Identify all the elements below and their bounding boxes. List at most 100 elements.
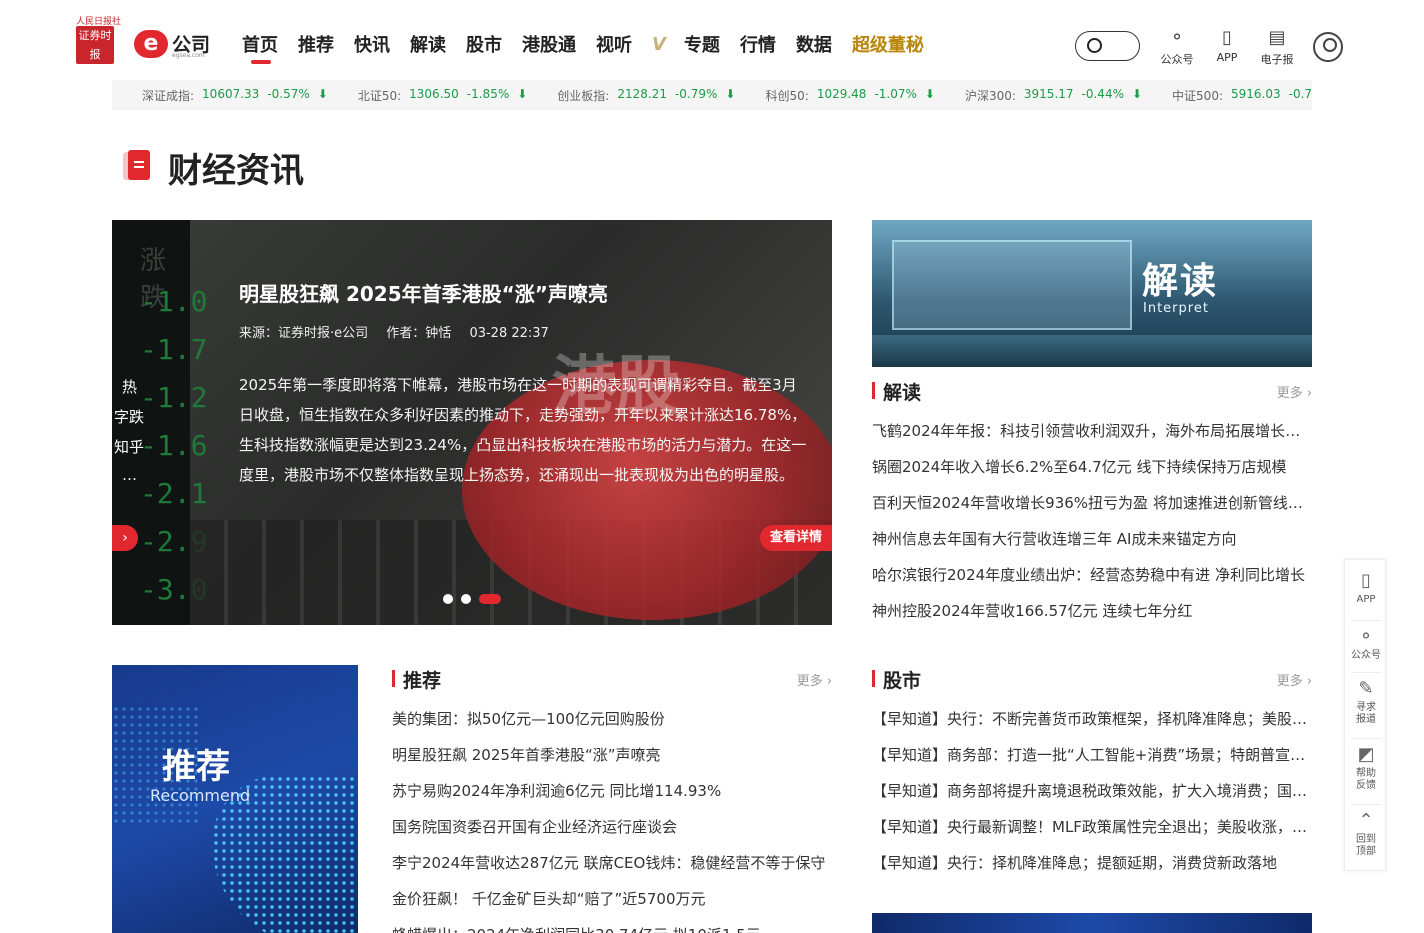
search-input[interactable]: [1075, 31, 1140, 61]
interpret-banner[interactable]: 解读 Interpret: [872, 220, 1312, 367]
divider: [1351, 620, 1381, 621]
list-item[interactable]: 【早知道】央行最新调整！MLF政策属性完全退出；美股收涨，中概股普涨: [872, 816, 1312, 852]
divider: [1351, 738, 1381, 739]
list-item[interactable]: 锅圈2024年收入增长6.2%至64.7亿元 线下持续保持万店规模: [872, 456, 1312, 492]
ticker-item[interactable]: 中证500: 5916.03 -0.70% ⬇: [1172, 87, 1312, 104]
e-company-logo[interactable]: e 公司 egsea.com: [134, 30, 212, 60]
nav-video[interactable]: 视听: [596, 34, 632, 58]
list-item[interactable]: 飞鹤2024年年报：科技引领营收利润双升，海外布局拓展增长新空间: [872, 420, 1312, 456]
interpret-title[interactable]: 解读: [883, 378, 921, 405]
list-item[interactable]: 神州控股2024年营收166.57亿元 连续七年分红: [872, 600, 1312, 636]
side-text: 热: [122, 378, 138, 396]
floating-toolbar: ▯ APP ⚬ 公众号 ✎ 寻求报道 ◩ 帮助反馈 ⌃ 回到顶部: [1344, 559, 1386, 871]
search-icon[interactable]: [1087, 38, 1102, 53]
list-item[interactable]: 国务院国资委召开国有企业经济运行座谈会: [392, 816, 832, 852]
ticker-name: 中证500:: [1172, 88, 1223, 103]
wechat-account-button[interactable]: ⚬ 公众号: [1155, 28, 1199, 67]
interpret-more-link[interactable]: 更多 ›: [1277, 382, 1312, 401]
ticker-value: 10607.33: [202, 86, 260, 101]
ticker-value: 3915.17: [1023, 86, 1074, 101]
list-item[interactable]: 哈尔滨银行2024年度业绩出炉：经营态势稳中有进 净利同比增长: [872, 564, 1312, 600]
hero-side-panel: 涨跌 -1.0 -1.7 -1.2 -1.6 -2.1 -2.9 -3.0 热 …: [112, 220, 207, 625]
list-item[interactable]: 李宁2024年营收达287亿元 联席CEO钱炜：稳健经营不等于保守: [392, 852, 832, 888]
divider: [1351, 804, 1381, 805]
interpret-block: 解读 更多 › 飞鹤2024年年报：科技引领营收利润双升，海外布局拓展增长新空间…: [872, 379, 1312, 629]
side-feedback-button[interactable]: ◩ 帮助反馈: [1345, 744, 1387, 792]
banner-glass-decoration: [892, 240, 1132, 330]
recommend-banner[interactable]: 推荐 Recommend: [112, 665, 358, 933]
nav-stock[interactable]: 股市: [466, 34, 502, 58]
title-bar-decoration: [872, 382, 875, 399]
stock-more-link[interactable]: 更多 ›: [1277, 670, 1312, 689]
list-item[interactable]: 金价狂飙！ 千亿金矿巨头却“赔了”近5700万元: [392, 888, 832, 924]
ticker-item[interactable]: 科创50: 1029.48 -1.07% ⬇: [765, 87, 934, 104]
headset-icon: ◩: [1357, 744, 1375, 765]
nav-flash[interactable]: 快讯: [354, 34, 390, 58]
recommend-block: 推荐 更多 › 美的集团：拟50亿元—100亿元回购股份 明星股狂飙 2025年…: [392, 667, 832, 933]
list-item[interactable]: 神州信息去年国有大行营收连增三年 AI成未来锚定方向: [872, 528, 1312, 564]
nav-topics[interactable]: 专题: [684, 34, 720, 58]
nav-hk-connect[interactable]: 港股通: [522, 34, 576, 58]
back-to-top-button[interactable]: ⌃ 回到顶部: [1345, 810, 1387, 858]
side-text: 知乎: [114, 438, 145, 456]
hero-source: 来源：证券时报·e公司: [239, 326, 369, 341]
recommend-title[interactable]: 推荐: [403, 667, 441, 693]
list-item[interactable]: 美的集团：拟50亿元—100亿元回购股份: [392, 708, 832, 744]
ticker-name: 深证成指:: [142, 88, 195, 103]
recommend-more-link[interactable]: 更多 ›: [797, 670, 832, 689]
hero-carousel[interactable]: 涨跌 -1.0 -1.7 -1.2 -1.6 -2.1 -2.9 -3.0 热 …: [112, 220, 832, 625]
nav-home[interactable]: 首页: [242, 34, 278, 64]
side-report-label: 寻求报道: [1356, 702, 1376, 725]
down-arrow-icon: ⬇: [924, 86, 935, 101]
carousel-dot[interactable]: [461, 594, 471, 604]
carousel-prev-button[interactable]: ›: [112, 525, 138, 551]
nav-recommend[interactable]: 推荐: [298, 34, 334, 58]
side-feedback-label: 帮助反馈: [1356, 768, 1376, 791]
arrow-up-icon: ⌃: [1358, 810, 1374, 831]
page-title: 财经资讯: [168, 151, 304, 191]
stock-list: 【早知道】央行：不断完善货币政策框架，择机降准降息；美股三大指数集体收跌 【早知…: [872, 708, 1312, 888]
stock-banner-image[interactable]: [872, 913, 1312, 933]
side-wechat-label: 公众号: [1351, 650, 1381, 661]
list-item[interactable]: 【早知道】商务部：打造一批“人工智能+消费”场景；特朗普宣布对进口汽车加征关税: [872, 744, 1312, 780]
list-item[interactable]: 蜂蜡爆出：2024年净利润同比30.74亿元 拟10派1.5元: [392, 924, 832, 933]
side-report-button[interactable]: ✎ 寻求报道: [1345, 678, 1387, 726]
side-wechat-button[interactable]: ⚬ 公众号: [1345, 626, 1387, 662]
carousel-dot[interactable]: [443, 594, 453, 604]
ticker-item[interactable]: 北证50: 1306.50 -1.85% ⬇: [358, 87, 527, 104]
list-item[interactable]: 明星股狂飙 2025年首季港股“涨”声嘹亮: [392, 744, 832, 780]
side-app-button[interactable]: ▯ APP: [1345, 570, 1387, 606]
nav-vip-icon[interactable]: V: [652, 34, 666, 55]
newspaper-logo[interactable]: 人民日报社 证券时报: [76, 14, 121, 66]
stock-title[interactable]: 股市: [883, 666, 921, 693]
list-item[interactable]: 【早知道】商务部将提升离境退税政策效能，扩大入境消费；国际金价再创新高: [872, 780, 1312, 816]
list-item[interactable]: 百利天恒2024年营收增长936%扭亏为盈 将加速推进创新管线研发: [872, 492, 1312, 528]
e-paper-button[interactable]: ▤ 电子报: [1255, 28, 1299, 67]
ticker-name: 沪深300:: [964, 88, 1016, 103]
main-nav: 首页 推荐 快讯 解读 股市 港股通 视听 V 专题 行情 数据 超级董秘: [242, 34, 944, 64]
ticker-item[interactable]: 深证成指: 10607.33 -0.57% ⬇: [142, 87, 328, 104]
app-label: APP: [1216, 51, 1238, 64]
nav-data[interactable]: 数据: [796, 34, 832, 58]
list-item[interactable]: 苏宁易购2024年净利润逾6亿元 同比增114.93%: [392, 780, 832, 816]
user-avatar-icon[interactable]: [1313, 32, 1343, 62]
wechat-label: 公众号: [1160, 53, 1194, 66]
list-item[interactable]: 【早知道】央行：不断完善货币政策框架，择机降准降息；美股三大指数集体收跌: [872, 708, 1312, 744]
app-button[interactable]: ▯ APP: [1205, 28, 1249, 65]
ticker-item[interactable]: 沪深300: 3915.17 -0.44% ⬇: [965, 87, 1142, 104]
recommend-banner-subtitle: Recommend: [150, 786, 251, 805]
nav-market[interactable]: 行情: [740, 34, 776, 58]
nav-super-secretary[interactable]: 超级董秘: [852, 34, 924, 58]
hero-title[interactable]: 明星股狂飙 2025年首季港股“涨”声嘹亮: [239, 278, 608, 307]
interpret-list: 飞鹤2024年年报：科技引领营收利润双升，海外布局拓展增长新空间 锅圈2024年…: [872, 420, 1312, 636]
nav-interpret[interactable]: 解读: [410, 34, 446, 58]
view-detail-button[interactable]: 查看详情: [760, 525, 832, 551]
side-number: -1.0: [140, 285, 208, 318]
carousel-dot-active[interactable]: [479, 594, 501, 604]
market-ticker: 深证成指: 10607.33 -0.57% ⬇ 北证50: 1306.50 -1…: [112, 80, 1312, 110]
logo-main-text: 证券时报: [76, 26, 114, 64]
ticker-item[interactable]: 创业板指: 2128.21 -0.79% ⬇: [557, 87, 735, 104]
list-item[interactable]: 【早知道】央行：择机降准降息；提额延期，消费贷新政落地: [872, 852, 1312, 888]
hero-time: 03-28 22:37: [469, 326, 549, 341]
newspaper-icon: ▤: [1268, 27, 1286, 48]
